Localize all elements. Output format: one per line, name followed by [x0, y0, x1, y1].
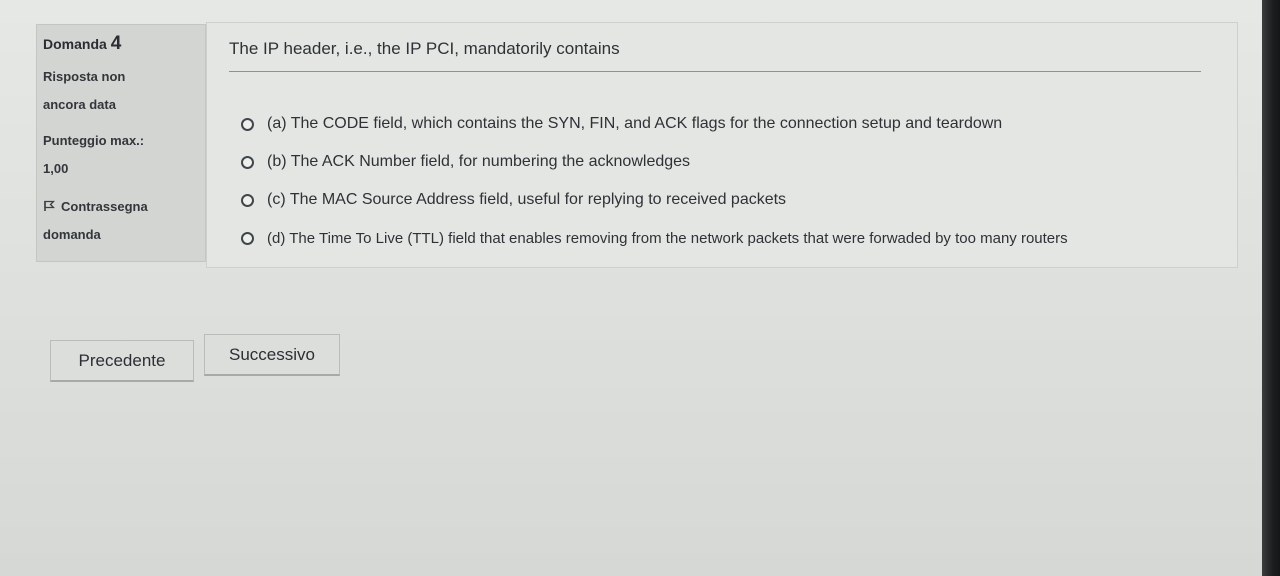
- question-divider: [229, 71, 1201, 72]
- answer-label-a: (a) The CODE field, which contains the S…: [267, 115, 1003, 132]
- flag-icon: [43, 194, 56, 211]
- answer-option-a[interactable]: (a) The CODE field, which contains the S…: [241, 105, 1068, 143]
- flag-line-2: domanda: [43, 227, 101, 242]
- radio-icon[interactable]: [241, 155, 254, 169]
- answer-label-b: (b) The ACK Number field, for numbering …: [267, 153, 691, 170]
- state-line-1: Risposta non: [43, 69, 126, 84]
- screen: Domanda 4 Risposta non ancora data Punteg…: [0, 0, 1262, 576]
- state-line-2: ancora data: [43, 97, 116, 112]
- previous-button[interactable]: Precedente: [50, 340, 194, 382]
- question-grade: Punteggio max.: 1,00: [43, 127, 199, 183]
- grade-line-2: 1,00: [43, 161, 69, 176]
- radio-icon[interactable]: [241, 193, 254, 207]
- radio-icon[interactable]: [241, 231, 254, 245]
- question-label: Domanda: [43, 36, 107, 52]
- answer-option-b[interactable]: (b) The ACK Number field, for numbering …: [241, 143, 1068, 181]
- next-button[interactable]: Successivo: [204, 334, 340, 376]
- grade-line-1: Punteggio max.:: [43, 133, 145, 148]
- flag-line-1-row: Contrassegna: [43, 193, 199, 221]
- radio-icon[interactable]: [241, 117, 254, 131]
- question-number: 4: [110, 33, 122, 54]
- question-state: Risposta non ancora data: [43, 63, 199, 119]
- answer-option-d[interactable]: (d) The Time To Live (TTL) field that en…: [241, 219, 1068, 257]
- answer-list: (a) The CODE field, which contains the S…: [241, 105, 1068, 257]
- question-panel: The IP header, i.e., the IP PCI, mandato…: [206, 22, 1238, 268]
- question-number-title: Domanda 4: [43, 33, 199, 59]
- answer-label-d: (d) The Time To Live (TTL) field that en…: [267, 229, 1068, 247]
- answer-label-c: (c) The MAC Source Address field, useful…: [267, 191, 787, 208]
- flag-question-link[interactable]: Contrassegna domanda: [43, 193, 199, 249]
- monitor-bezel: [1262, 0, 1280, 576]
- question-text: The IP header, i.e., the IP PCI, mandato…: [229, 39, 620, 58]
- answer-option-c[interactable]: (c) The MAC Source Address field, useful…: [241, 181, 1068, 219]
- flag-line-1: Contrassegna: [61, 199, 148, 214]
- question-info: Domanda 4 Risposta non ancora data Punteg…: [36, 24, 206, 262]
